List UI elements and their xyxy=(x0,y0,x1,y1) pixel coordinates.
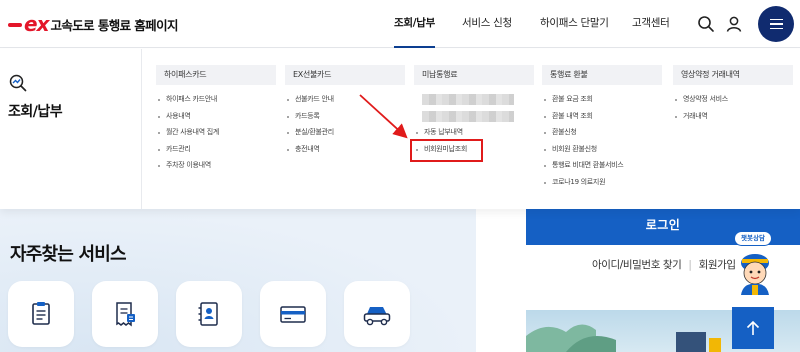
hamburger-line xyxy=(769,27,783,30)
menu-item[interactable]: 충전내역 xyxy=(285,141,405,158)
credit-card-icon xyxy=(280,306,306,323)
user-icon[interactable] xyxy=(724,14,744,34)
hamburger-line xyxy=(769,18,783,21)
site-logo[interactable]: ex 고속도로 통행료 홈페이지 xyxy=(8,12,178,36)
menu-column-ex-prepaid-card: EX선불카드 선불카드 안내 카드등록 분실/환불관리 충전내역 xyxy=(285,65,405,157)
logo-ex-text: ex xyxy=(24,12,49,36)
menu-column-heading[interactable]: EX선불카드 xyxy=(285,65,405,85)
menu-item[interactable]: 분실/환불관리 xyxy=(285,124,405,141)
menu-item[interactable]: 환불 요금 조회 xyxy=(542,91,662,108)
logo-dash xyxy=(8,23,22,27)
menu-column-list: 영상약정 서비스 거래내역 xyxy=(673,91,793,124)
menu-item[interactable]: 카드관리 xyxy=(156,141,276,158)
menu-column-heading[interactable]: 통행료 환불 xyxy=(542,65,662,85)
faq-tile-receipt[interactable] xyxy=(92,281,158,347)
menu-column-video-agreement: 영상약정 거래내역 영상약정 서비스 거래내역 xyxy=(673,65,793,124)
gnb-item-hipass-device[interactable]: 하이패스 단말기 xyxy=(540,0,609,48)
gnb-item-customer-center[interactable]: 고객센터 xyxy=(632,0,670,48)
menu-item[interactable]: 사용내역 xyxy=(156,108,276,125)
search-icon[interactable] xyxy=(696,14,716,34)
hamburger-line xyxy=(769,23,783,25)
menu-item[interactable]: 주차장 이용내역 xyxy=(156,157,276,174)
gnb-item-inquiry-payment[interactable]: 조회/납부 xyxy=(394,0,435,48)
faq-section-title: 자주찾는 서비스 xyxy=(10,244,127,265)
site-name: 고속도로 통행료 홈페이지 xyxy=(50,17,178,33)
mega-menu-section-title: 조회/납부 xyxy=(8,104,63,120)
join-link[interactable]: 회원가입 xyxy=(699,259,736,271)
menu-item[interactable]: 카드등록 xyxy=(285,108,405,125)
menu-item[interactable]: 코로나19 의료지원 xyxy=(542,174,662,191)
annotation-highlight-box xyxy=(410,139,483,162)
menu-item-redacted[interactable] xyxy=(414,91,534,108)
menu-item[interactable]: 통행료 비대면 환불서비스 xyxy=(542,157,662,174)
faq-tile-member-card[interactable] xyxy=(176,281,242,347)
menu-item[interactable]: 선불카드 안내 xyxy=(285,91,405,108)
blurred-text xyxy=(422,110,514,122)
receipt-icon xyxy=(116,302,135,327)
menu-item[interactable]: 거래내역 xyxy=(673,108,793,125)
menu-item[interactable]: 비회원 환불신청 xyxy=(542,141,662,158)
ex-logo-mark: ex xyxy=(8,12,49,36)
menu-column-toll-refund: 통행료 환불 환불 요금 조회 환불 내역 조회 환불신청 비회원 환불신청 통… xyxy=(542,65,662,190)
contact-card-icon xyxy=(198,302,218,326)
blurred-text xyxy=(422,94,514,105)
menu-item[interactable]: 환불신청 xyxy=(542,124,662,141)
menu-item-redacted[interactable] xyxy=(414,108,534,125)
menu-column-list: 선불카드 안내 카드등록 분실/환불관리 충전내역 xyxy=(285,91,405,157)
link-separator: | xyxy=(688,259,692,271)
arrow-up-icon xyxy=(746,320,760,335)
faq-tile-vehicle[interactable] xyxy=(344,281,410,347)
search-chart-icon xyxy=(9,74,27,92)
menu-item[interactable]: 영상약정 서비스 xyxy=(673,91,793,108)
menu-item[interactable]: 하이패스 카드안내 xyxy=(156,91,276,108)
mega-menu-section: 조회/납부 xyxy=(0,49,142,209)
chatbot-label[interactable]: 챗봇상담 xyxy=(734,231,772,246)
car-icon xyxy=(363,307,391,326)
gnb-item-service-application[interactable]: 서비스 신청 xyxy=(462,0,512,48)
menu-item[interactable]: 월간 사용내역 집계 xyxy=(156,124,276,141)
find-id-password-link[interactable]: 아이디/비밀번호 찾기 xyxy=(592,259,682,271)
menu-column-list: 하이패스 카드안내 사용내역 월간 사용내역 집계 카드관리 주차장 이용내역 xyxy=(156,91,276,174)
menu-column-heading[interactable]: 하이패스카드 xyxy=(156,65,276,85)
clipboard-list-icon xyxy=(32,302,50,325)
chatbot-mascot-icon[interactable] xyxy=(732,247,778,297)
mega-menu: 조회/납부 하이패스카드 하이패스 카드안내 사용내역 월간 사용내역 집계 카… xyxy=(0,49,800,209)
menu-column-list: 환불 요금 조회 환불 내역 조회 환불신청 비회원 환불신청 통행료 비대면 … xyxy=(542,91,662,190)
hamburger-menu-button[interactable] xyxy=(758,6,794,42)
account-links: 아이디/비밀번호 찾기 | 회원가입 xyxy=(592,257,736,272)
menu-column-heading[interactable]: 영상약정 거래내역 xyxy=(673,65,793,85)
scroll-to-top-button[interactable] xyxy=(732,307,774,349)
menu-item[interactable]: 환불 내역 조회 xyxy=(542,108,662,125)
faq-tile-usage-history[interactable] xyxy=(8,281,74,347)
menu-column-hipass-card: 하이패스카드 하이패스 카드안내 사용내역 월간 사용내역 집계 카드관리 주차… xyxy=(156,65,276,174)
menu-column-heading[interactable]: 미납통행료 xyxy=(414,65,534,85)
faq-tile-payment-card[interactable] xyxy=(260,281,326,347)
site-header: ex 고속도로 통행료 홈페이지 조회/납부 서비스 신청 하이패스 단말기 고… xyxy=(0,0,800,48)
